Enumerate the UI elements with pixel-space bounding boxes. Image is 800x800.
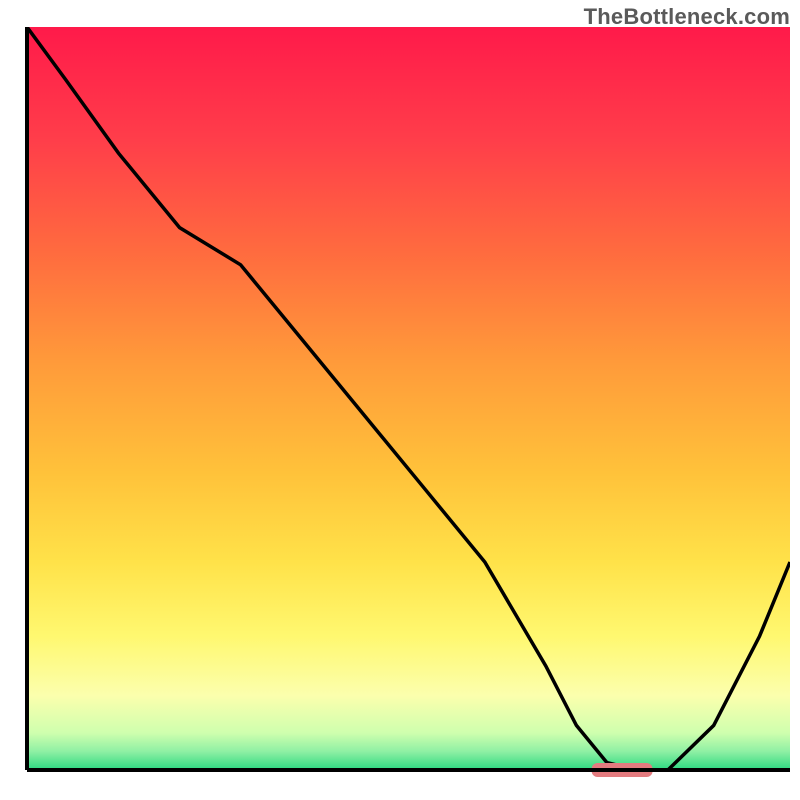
bottleneck-chart: TheBottleneck.com bbox=[0, 0, 800, 800]
watermark-text: TheBottleneck.com bbox=[584, 4, 790, 30]
plot-svg bbox=[0, 0, 800, 800]
gradient-background bbox=[27, 27, 790, 770]
